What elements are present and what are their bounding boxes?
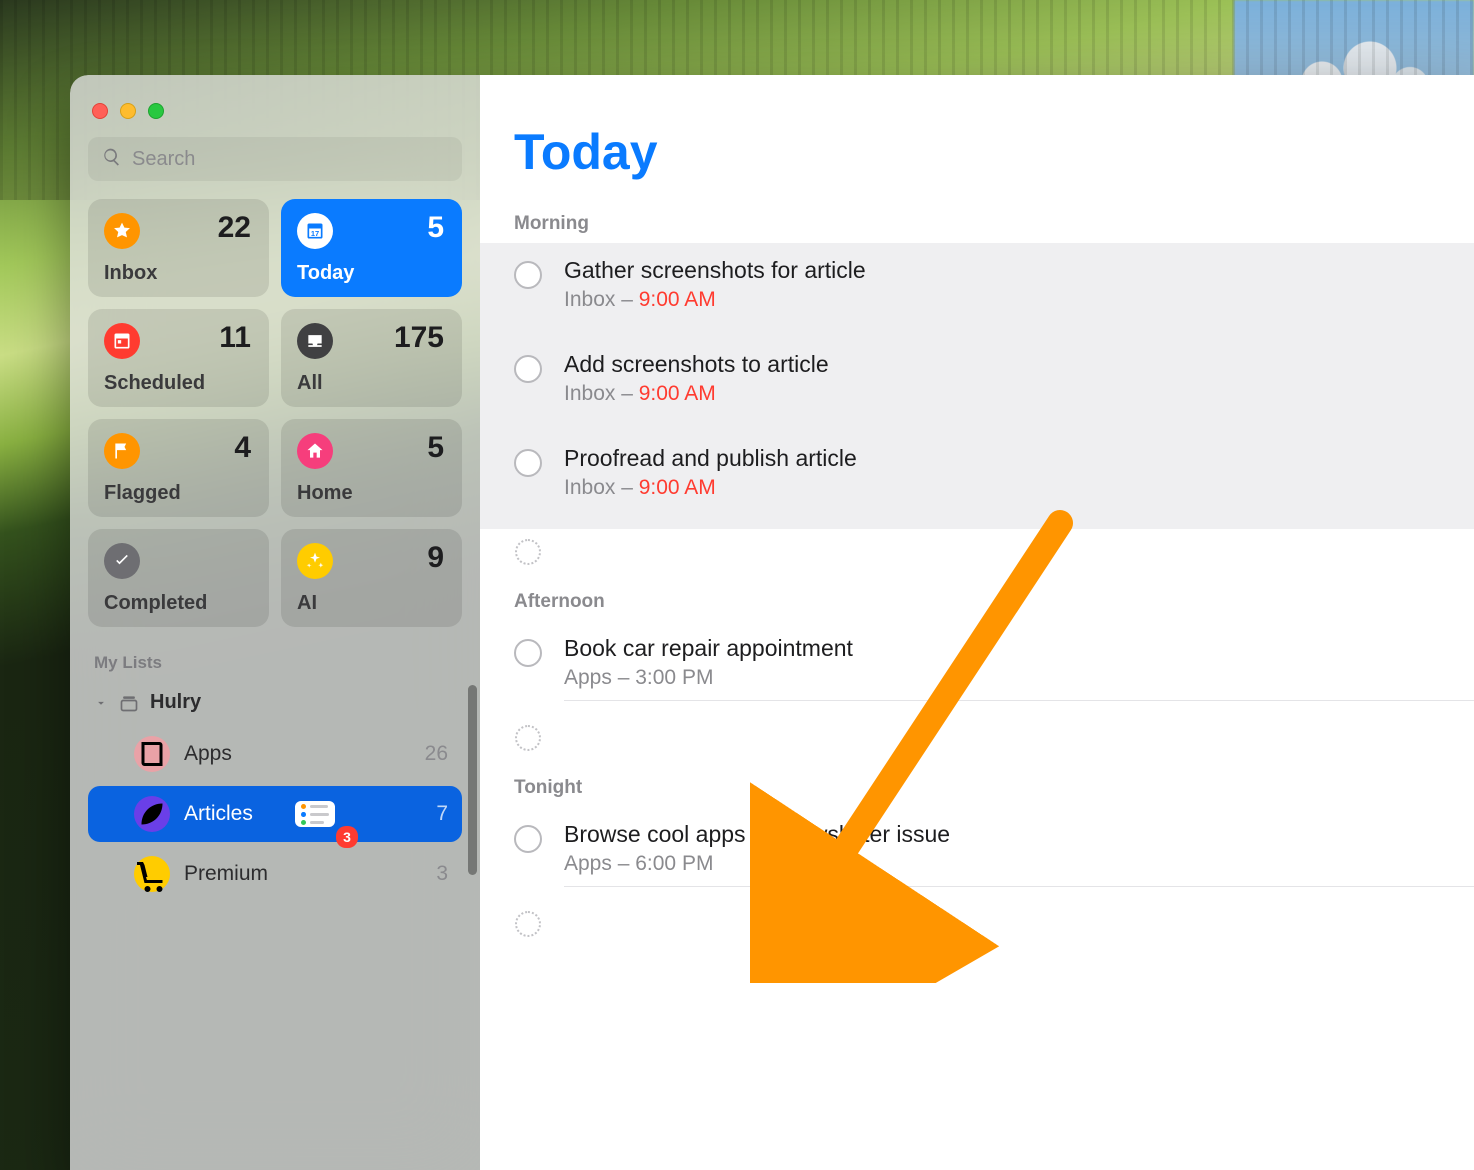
sidebar-scrollbar[interactable] [468,685,477,875]
tile-label: Scheduled [104,372,205,395]
list-count: 26 [425,742,448,766]
list-count: 7 [436,802,448,826]
svg-text:17: 17 [311,229,319,238]
tile-label: Inbox [104,262,157,285]
task-title: Book car repair appointment [564,635,1474,662]
task-title: Proofread and publish article [564,445,1474,472]
section-label: Tonight [480,769,1474,807]
task-checkbox[interactable] [514,639,542,667]
cart-icon [134,856,170,892]
tile-count: 5 [427,211,444,245]
zoom-window-button[interactable] [148,103,164,119]
list-item-premium[interactable]: Premium 3 [88,846,462,902]
list-group: Hulry Apps 26 Articles 7 [88,683,462,902]
list-item-articles[interactable]: Articles 7 3 [88,786,462,842]
tile-count: 11 [219,321,251,355]
task-title: Gather screenshots for article [564,257,1474,284]
task-meta: Inbox – 9:00 AM [564,476,1474,500]
section-morning: Morning Gather screenshots for article I… [480,205,1474,529]
book-icon [134,736,170,772]
list-name: Articles [184,802,285,826]
desktop-wallpaper: 22 Inbox 17 5 Today 11 Scheduled 175 All [0,0,1474,1170]
task-meta: Inbox – 9:00 AM [564,382,1474,406]
add-task-placeholder[interactable] [515,911,541,937]
task-meta: Inbox – 9:00 AM [564,288,1474,312]
window-controls [88,97,462,137]
reminders-window: 22 Inbox 17 5 Today 11 Scheduled 175 All [70,75,1474,1170]
search-icon [102,147,122,172]
tile-label: Completed [104,592,207,615]
template-chip-icon [295,801,335,827]
main-content: Today Morning Gather screenshots for art… [480,75,1474,1170]
list-name: Premium [184,862,436,886]
task-meta: Apps – 3:00 PM [564,666,1474,690]
tile-home[interactable]: 5 Home [281,419,462,517]
task-checkbox[interactable] [514,261,542,289]
tile-today[interactable]: 17 5 Today [281,199,462,297]
annotation-arrow-icon [750,463,1090,983]
task-checkbox[interactable] [514,825,542,853]
tile-flagged[interactable]: 4 Flagged [88,419,269,517]
tile-completed[interactable]: Completed [88,529,269,627]
tile-count: 175 [394,321,444,355]
tile-count: 4 [234,431,251,465]
search-input[interactable] [132,148,448,171]
task-title: Browse cool apps for newsletter issue [564,821,1474,848]
task-checkbox[interactable] [514,449,542,477]
tile-count: 9 [427,541,444,575]
section-label: Morning [480,205,1474,243]
tile-label: Flagged [104,482,181,505]
task-row[interactable]: Gather screenshots for article Inbox – 9… [480,243,1474,337]
search-field[interactable] [88,137,462,181]
task-checkbox[interactable] [514,355,542,383]
notification-badge: 3 [336,826,358,848]
flag-icon [104,433,140,469]
star-icon [104,213,140,249]
tile-label: All [297,372,323,395]
task-title: Add screenshots to article [564,351,1474,378]
tile-ai[interactable]: 9 AI [281,529,462,627]
task-row[interactable]: Add screenshots to article Inbox – 9:00 … [480,337,1474,431]
task-row[interactable]: Proofread and publish article Inbox – 9:… [480,431,1474,525]
stack-icon [118,693,140,713]
my-lists-header: My Lists [88,653,462,673]
tile-all[interactable]: 175 All [281,309,462,407]
add-task-placeholder[interactable] [515,725,541,751]
sidebar: 22 Inbox 17 5 Today 11 Scheduled 175 All [70,75,480,1170]
tile-count: 5 [427,431,444,465]
group-name: Hulry [150,691,201,714]
task-row[interactable]: Book car repair appointment Apps – 3:00 … [480,621,1474,715]
add-task-placeholder[interactable] [515,539,541,565]
task-row[interactable]: Browse cool apps for newsletter issue Ap… [480,807,1474,901]
close-window-button[interactable] [92,103,108,119]
check-icon [104,543,140,579]
tile-inbox[interactable]: 22 Inbox [88,199,269,297]
smart-list-tiles: 22 Inbox 17 5 Today 11 Scheduled 175 All [88,199,462,627]
chevron-down-icon [94,696,108,710]
tile-label: Today [297,262,354,285]
list-item-apps[interactable]: Apps 26 [88,726,462,782]
tray-icon [297,323,333,359]
list-count: 3 [436,862,448,886]
tile-label: AI [297,592,317,615]
leaf-icon [134,796,170,832]
tile-scheduled[interactable]: 11 Scheduled [88,309,269,407]
tile-label: Home [297,482,353,505]
section-label: Afternoon [480,583,1474,621]
home-icon [297,433,333,469]
tile-count: 22 [218,211,251,245]
group-toggle[interactable]: Hulry [88,683,462,722]
calendar-today-icon: 17 [297,213,333,249]
page-title: Today [480,75,1474,205]
sparkle-icon [297,543,333,579]
minimize-window-button[interactable] [120,103,136,119]
task-meta: Apps – 6:00 PM [564,852,1474,876]
calendar-icon [104,323,140,359]
list-name: Apps [184,742,425,766]
